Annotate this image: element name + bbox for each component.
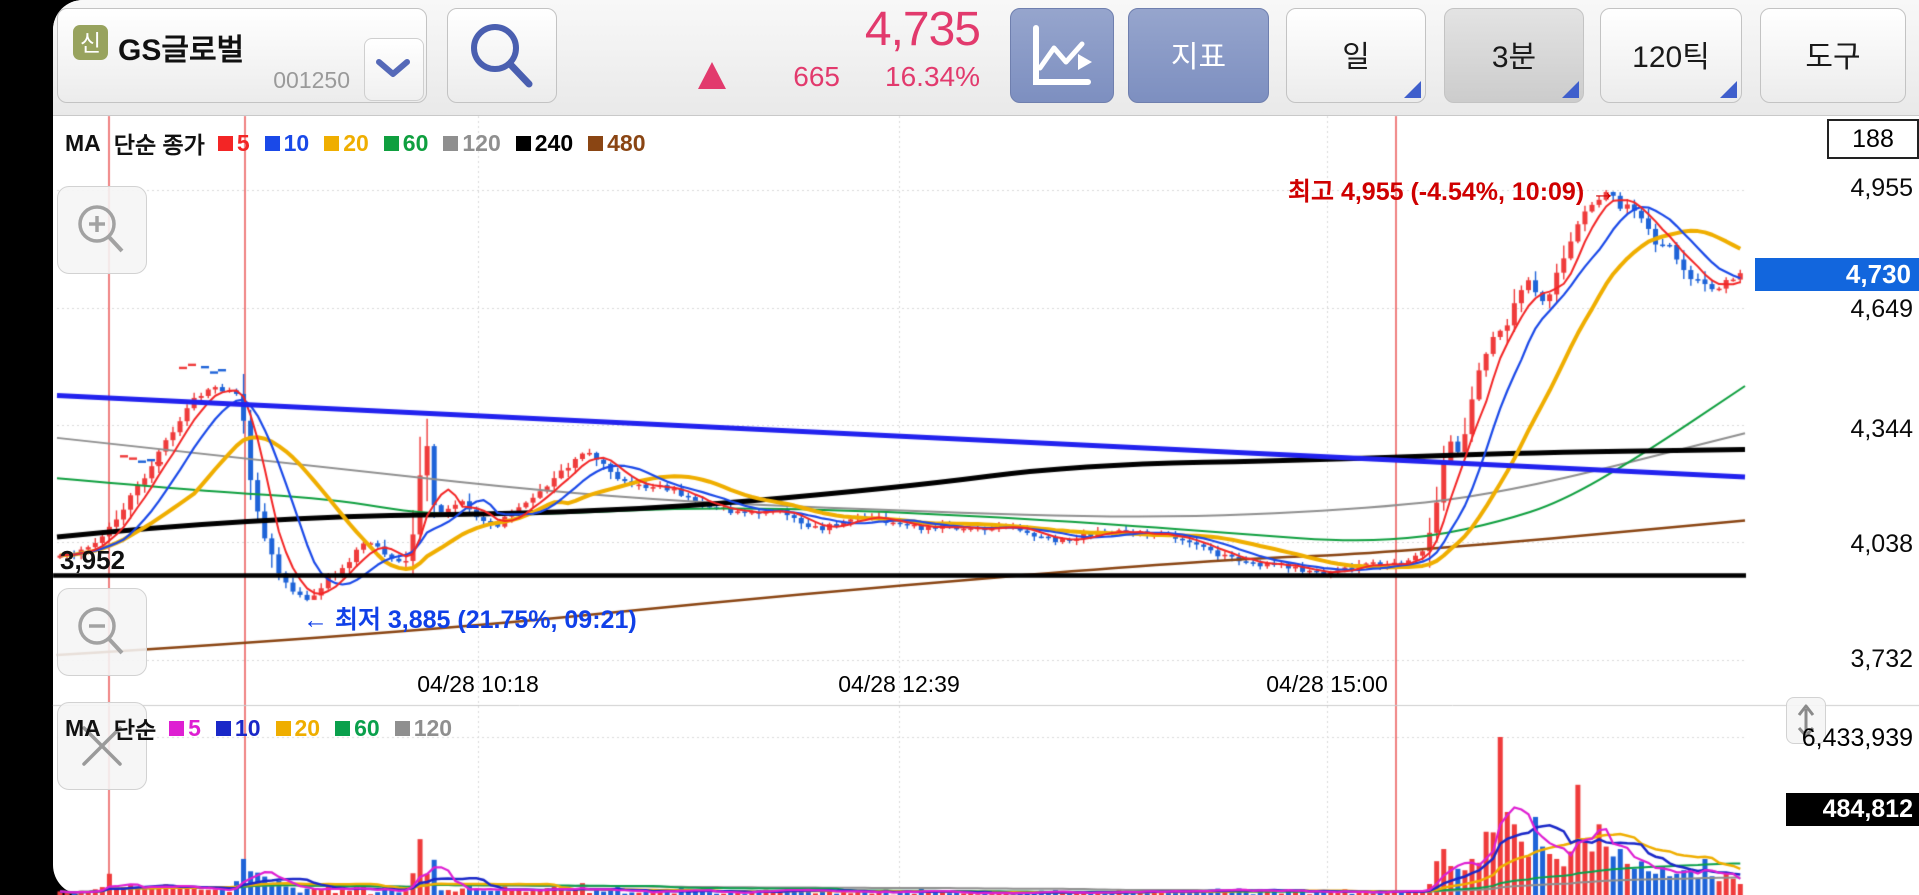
stock-selector-button[interactable]: 신 GS글로벌 001250	[57, 8, 427, 103]
zoom-out-icon	[78, 607, 124, 655]
dropdown-corner-mark	[1562, 81, 1579, 98]
y-axis-label: 4,955	[1850, 174, 1913, 202]
vol-legend-prefix: MA	[65, 714, 101, 741]
ma-period-label: 120	[462, 129, 501, 156]
ma-color-swatch	[515, 135, 531, 151]
ma-period-label: 5	[236, 129, 250, 156]
ma-color-swatch	[588, 135, 604, 151]
ma-color-swatch	[264, 135, 280, 151]
x-axis-label: 04/28 12:39	[838, 671, 960, 697]
chevron-down-icon	[376, 59, 410, 77]
ma-legend-item: 10	[215, 714, 261, 742]
ma-legend-item: 60	[335, 715, 380, 742]
main-ma-legend: MA 단순 종가 5 10 20 60 120 240 480	[65, 126, 646, 160]
vol-legend-type: 단순	[113, 717, 157, 743]
volume-max-label: 6,433,939	[1801, 724, 1913, 752]
ma-period-label: 240	[534, 129, 574, 156]
ma-period-label: 120	[413, 714, 453, 741]
ma-color-swatch	[443, 135, 459, 151]
ma-period-label: 20	[294, 714, 321, 741]
tick-chart-button[interactable]: 120틱	[1600, 8, 1742, 103]
ma-color-swatch	[335, 720, 351, 736]
ma-color-swatch	[215, 720, 231, 736]
price-change-value: 665	[793, 61, 840, 92]
daily-button-label: 일	[1342, 40, 1370, 74]
y-axis-label: 4,344	[1850, 415, 1913, 443]
ma-color-swatch	[383, 135, 399, 151]
current-price-tag: 4,730	[1755, 258, 1919, 291]
support-line-label: 3,952	[60, 545, 126, 575]
high-price-annotation: 최고 4,955 (-4.54%, 10:09) →	[1288, 178, 1617, 206]
ma-period-label: 10	[283, 129, 310, 156]
ma-period-label: 480	[607, 129, 646, 156]
ma-period-label: 5	[188, 714, 201, 741]
ma-legend-type: 단순 종가	[113, 132, 205, 158]
zoom-out-button[interactable]	[57, 588, 147, 676]
ma-period-label: 60	[402, 129, 429, 156]
stock-code: 001250	[273, 67, 350, 93]
ma-color-swatch	[394, 720, 410, 736]
ma-legend-prefix: MA	[65, 129, 101, 156]
ma-legend-item: 240	[515, 129, 574, 157]
y-axis-label: 4,649	[1850, 295, 1913, 323]
tick-button-label: 120틱	[1632, 40, 1710, 74]
vol-legend-items: 5 10 20 60 120	[169, 715, 452, 742]
minute-button-label: 3분	[1491, 40, 1537, 74]
toolbar: 신 GS글로벌 001250 4,735 665 16.34% 지표 일 3분	[53, 0, 1919, 116]
minute-chart-button-selected[interactable]: 3분	[1444, 8, 1584, 103]
remaining-count-box: 188	[1827, 119, 1919, 159]
ma-legend-items: 5 10 20 60 120 240 480	[217, 129, 646, 157]
dropdown-corner-mark	[1720, 81, 1737, 98]
chart-type-button[interactable]	[1010, 8, 1114, 103]
ma-color-swatch	[275, 720, 291, 736]
tools-button-label: 도구	[1805, 40, 1861, 74]
current-price: 4,735	[864, 3, 981, 56]
volume-ma-legend: MA 단순 5 10 20 60 120	[65, 711, 452, 745]
ma-legend-item: 480	[588, 129, 646, 157]
ma-period-label: 10	[234, 714, 261, 741]
stock-market-badge: 신	[73, 25, 108, 60]
ma-color-swatch	[217, 135, 233, 151]
ma-legend-item: 20	[275, 714, 321, 742]
ma-legend-item: 120	[443, 129, 501, 157]
ma-legend-item: 20	[324, 130, 369, 157]
ma-legend-item: 60	[383, 129, 429, 157]
ma-period-label: 60	[354, 714, 380, 741]
zoom-in-button[interactable]	[57, 186, 147, 274]
line-chart-icon	[1033, 25, 1092, 85]
search-button[interactable]	[447, 8, 557, 103]
ma-period-label: 20	[343, 129, 369, 156]
stock-dropdown-button[interactable]	[364, 38, 424, 101]
zoom-in-icon	[78, 205, 124, 253]
price-up-arrow-icon	[698, 62, 726, 89]
low-price-annotation: ← 최저 3,885 (21.75%, 09:21)	[303, 606, 637, 634]
ma-color-swatch	[324, 135, 340, 151]
ma-legend-item: 5	[217, 129, 250, 157]
x-axis-label: 04/28 10:18	[417, 671, 539, 697]
tools-button[interactable]: 도구	[1760, 8, 1906, 103]
dropdown-corner-mark	[1404, 81, 1421, 98]
daily-chart-button[interactable]: 일	[1286, 8, 1426, 103]
ma-legend-item: 10	[264, 129, 310, 157]
indicator-button-label: 지표	[1170, 40, 1227, 74]
y-axis-label: 4,038	[1850, 530, 1913, 558]
indicator-button[interactable]: 지표	[1128, 8, 1269, 103]
volume-current-tag: 484,812	[1786, 793, 1919, 826]
price-change-percent: 16.34%	[885, 61, 980, 92]
y-axis-label: 3,732	[1850, 645, 1913, 673]
stock-name: GS글로벌	[118, 34, 245, 67]
ma-legend-item: 120	[394, 714, 453, 742]
ma-color-swatch	[169, 720, 185, 736]
search-icon	[471, 24, 533, 88]
ma-legend-item: 5	[169, 715, 201, 742]
x-axis-label: 04/28 15:00	[1266, 671, 1388, 697]
